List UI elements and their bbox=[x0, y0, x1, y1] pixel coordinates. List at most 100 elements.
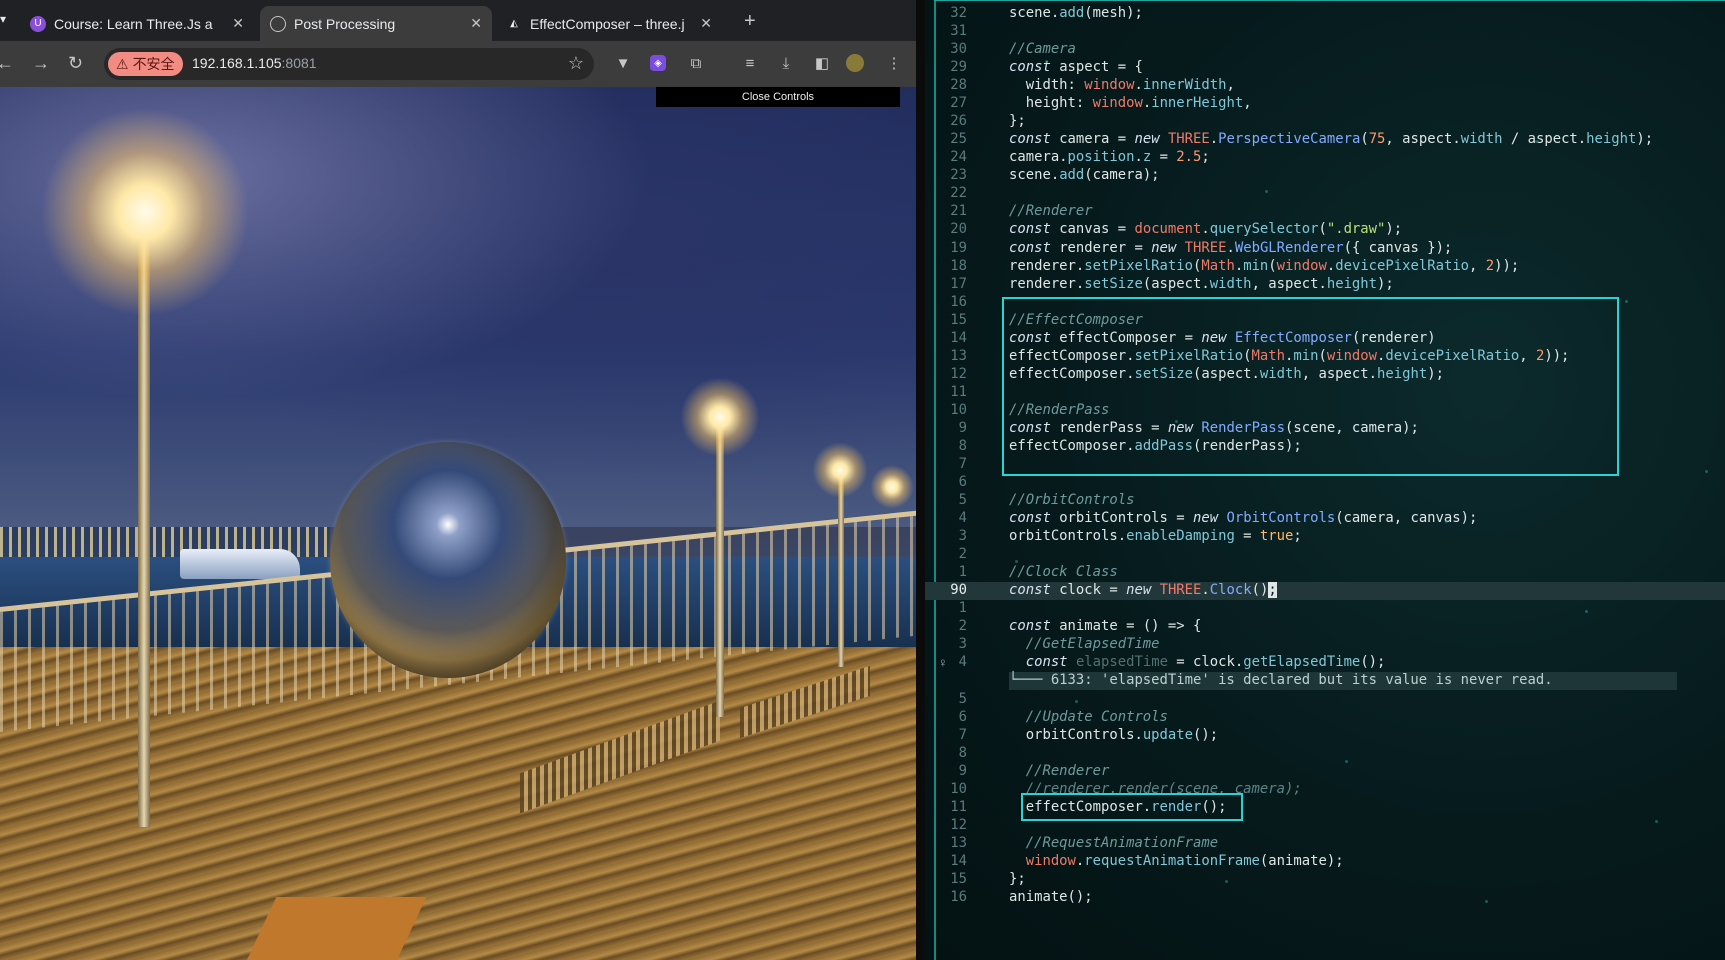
code-line[interactable]: 30 //Camera bbox=[925, 41, 1725, 59]
address-bar[interactable]: ⚠ 不安全 192.168.1.105:8081 ☆ bbox=[104, 48, 594, 80]
code-text[interactable]: //GetElapsedTime bbox=[1009, 636, 1160, 652]
code-line[interactable]: 20 const canvas = document.querySelector(… bbox=[925, 221, 1725, 239]
code-text[interactable]: }; bbox=[1009, 871, 1026, 887]
code-line[interactable]: 2 bbox=[925, 546, 1725, 564]
code-text[interactable]: orbitControls.update(); bbox=[1009, 727, 1218, 743]
close-tab-icon[interactable]: ✕ bbox=[470, 15, 482, 32]
code-line[interactable]: 31 bbox=[925, 23, 1725, 41]
code-line[interactable]: 28 width: window.innerWidth, bbox=[925, 77, 1725, 95]
code-text[interactable]: //OrbitControls bbox=[1009, 492, 1134, 508]
code-line[interactable]: 2 const animate = () => { bbox=[925, 618, 1725, 636]
code-line[interactable]: 90 const clock = new THREE.Clock(); bbox=[925, 582, 1725, 601]
code-text[interactable]: const elapsedTime = clock.getElapsedTime… bbox=[1009, 654, 1386, 670]
code-text[interactable]: const aspect = { bbox=[1009, 59, 1143, 75]
code-text[interactable]: const renderer = new THREE.WebGLRenderer… bbox=[1009, 240, 1452, 256]
code-line[interactable]: 6 //Update Controls bbox=[925, 709, 1725, 727]
code-line[interactable]: 4 const orbitControls = new OrbitControls… bbox=[925, 510, 1725, 528]
close-controls-button[interactable]: Close Controls bbox=[656, 87, 900, 107]
tab-post-processing[interactable]: Post Processing ✕ bbox=[260, 6, 492, 41]
code-line[interactable]: 1 //Clock Class bbox=[925, 564, 1725, 582]
new-tab-icon[interactable]: + bbox=[744, 10, 756, 33]
code-line[interactable]: 22 bbox=[925, 185, 1725, 203]
extension-shield-icon[interactable]: ◈ bbox=[650, 55, 666, 71]
security-chip[interactable]: ⚠ 不安全 bbox=[108, 52, 183, 76]
code-text[interactable]: window.requestAnimationFrame(animate); bbox=[1009, 853, 1344, 869]
profile-avatar-icon[interactable] bbox=[846, 54, 864, 72]
forward-icon[interactable]: → bbox=[32, 53, 50, 74]
media-control-icon[interactable]: ≡ bbox=[740, 53, 760, 73]
code-action-lightbulb-icon[interactable]: ♀ bbox=[938, 655, 948, 670]
close-tab-icon[interactable]: ✕ bbox=[232, 15, 244, 32]
webgl-canvas[interactable]: Close Controls bbox=[0, 87, 916, 960]
code-text[interactable]: //Renderer bbox=[1009, 763, 1110, 779]
code-line[interactable]: 21 //Renderer bbox=[925, 203, 1725, 221]
code-line[interactable]: 14 window.requestAnimationFrame(animate)… bbox=[925, 853, 1725, 871]
code-line[interactable]: 6 bbox=[925, 474, 1725, 492]
code-line[interactable]: 15}; bbox=[925, 871, 1725, 889]
line-number: 14 bbox=[950, 329, 967, 346]
code-line[interactable]: 17 renderer.setSize(aspect.width, aspect.… bbox=[925, 276, 1725, 294]
reload-icon[interactable]: ↻ bbox=[68, 53, 83, 74]
code-text[interactable]: //Clock Class bbox=[1009, 564, 1118, 580]
code-editor[interactable]: 32 scene.add(mesh); 31 30//Camera 29 const as… bbox=[916, 0, 1725, 960]
line-number: 3 bbox=[958, 636, 967, 653]
code-text[interactable]: scene.add(camera); bbox=[1009, 167, 1160, 183]
code-line[interactable]: 3 orbitControls.enableDamping = true; bbox=[925, 528, 1725, 546]
back-icon[interactable]: ← bbox=[0, 53, 14, 74]
side-panel-icon[interactable]: ◧ bbox=[812, 53, 832, 73]
background-particle bbox=[1225, 880, 1228, 883]
code-line[interactable]: 1 bbox=[925, 600, 1725, 618]
code-text[interactable]: //Update Controls bbox=[1009, 709, 1168, 725]
code-text[interactable]: orbitControls.enableDamping = true; bbox=[1009, 528, 1302, 544]
tab-title: Course: Learn Three.Js a bbox=[54, 15, 213, 32]
code-line[interactable]: 26}; bbox=[925, 113, 1725, 131]
code-text[interactable]: scene.add(mesh); bbox=[1009, 5, 1143, 21]
code-line[interactable]: 19 const renderer = new THREE.WebGLRender… bbox=[925, 240, 1725, 258]
code-text[interactable]: //Camera bbox=[1009, 41, 1076, 57]
line-number: 8 bbox=[958, 744, 967, 761]
code-line[interactable]: 16 animate(); bbox=[925, 889, 1725, 907]
code-line[interactable]: 5 //OrbitControls bbox=[925, 492, 1725, 510]
code-line[interactable]: 3 //GetElapsedTime bbox=[925, 636, 1725, 654]
code-text[interactable]: renderer.setPixelRatio(Math.min(window.d… bbox=[1009, 258, 1519, 274]
code-text[interactable]: height: window.innerHeight, bbox=[1009, 95, 1252, 111]
close-tab-icon[interactable]: ✕ bbox=[700, 15, 712, 32]
code-line[interactable]: 18 renderer.setPixelRatio(Math.min(window… bbox=[925, 258, 1725, 276]
code-text[interactable]: //Renderer bbox=[1009, 203, 1093, 219]
code-line[interactable]: 5 bbox=[925, 691, 1725, 709]
code-text[interactable]: }; bbox=[1009, 113, 1026, 129]
code-text[interactable]: //RequestAnimationFrame bbox=[1009, 835, 1218, 851]
threejs-icon: ◭ bbox=[510, 18, 518, 29]
code-text[interactable]: camera.position.z = 2.5; bbox=[1009, 149, 1210, 165]
code-text[interactable]: const canvas = document.querySelector(".… bbox=[1009, 221, 1402, 237]
code-line[interactable]: 25 const camera = new THREE.PerspectiveCa… bbox=[925, 131, 1725, 149]
extensions-puzzle-icon[interactable]: ⧉ bbox=[686, 53, 706, 73]
code-text[interactable]: const orbitControls = new OrbitControls(… bbox=[1009, 510, 1477, 526]
line-number: 2 bbox=[958, 618, 967, 635]
code-text[interactable]: const animate = () => { bbox=[1009, 618, 1201, 634]
vue-devtools-icon[interactable]: ▼ bbox=[613, 53, 633, 73]
url-text[interactable]: 192.168.1.105:8081 bbox=[192, 55, 317, 71]
code-text[interactable]: const camera = new THREE.PerspectiveCame… bbox=[1009, 131, 1653, 147]
code-line[interactable]: 7 orbitControls.update(); bbox=[925, 727, 1725, 745]
code-text[interactable]: width: window.innerWidth, bbox=[1009, 77, 1235, 93]
tab-search-chevron-icon[interactable]: ▾ bbox=[0, 12, 6, 26]
tab-course[interactable]: U Course: Learn Three.Js a ✕ bbox=[20, 6, 254, 41]
code-line[interactable]: 4 const elapsedTime = clock.getElapsedTi… bbox=[925, 654, 1725, 672]
code-line[interactable]: 8 bbox=[925, 745, 1725, 763]
bookmark-star-icon[interactable]: ☆ bbox=[568, 53, 584, 74]
download-icon[interactable]: ⤓ bbox=[776, 53, 796, 73]
tab-effectcomposer[interactable]: ◭ EffectComposer – three.j ✕ bbox=[496, 6, 722, 41]
code-text[interactable]: const clock = new THREE.Clock(); bbox=[1009, 582, 1277, 599]
menu-kebab-icon[interactable]: ⋮ bbox=[884, 53, 904, 73]
code-line[interactable]: 13 //RequestAnimationFrame bbox=[925, 835, 1725, 853]
code-text[interactable]: renderer.setSize(aspect.width, aspect.he… bbox=[1009, 276, 1394, 292]
line-number: 7 bbox=[958, 456, 967, 472]
code-line[interactable]: 23 scene.add(camera); bbox=[925, 167, 1725, 185]
code-line[interactable]: 32 scene.add(mesh); bbox=[925, 5, 1725, 23]
line-number: 22 bbox=[950, 185, 967, 202]
code-line[interactable]: 9 //Renderer bbox=[925, 763, 1725, 781]
code-line[interactable]: 27 height: window.innerHeight, bbox=[925, 95, 1725, 113]
code-line[interactable]: 24 camera.position.z = 2.5; bbox=[925, 149, 1725, 167]
code-text[interactable]: animate(); bbox=[1009, 889, 1093, 905]
